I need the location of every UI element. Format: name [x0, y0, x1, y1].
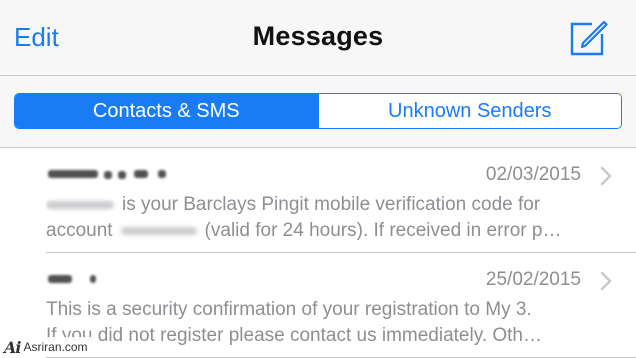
watermark: Ai Asriran.com [4, 337, 92, 357]
navigation-bar: Edit Messages [0, 0, 636, 76]
message-preview: is your Barclays Pingit mobile verificat… [46, 192, 612, 244]
message-row[interactable]: 02/03/2015 is your Barclays Pingit mobil… [0, 148, 636, 253]
message-preview: This is a security confirmation of your … [46, 297, 612, 349]
preview-text-line2-end: (valid for 24 hours). If received in err… [204, 220, 562, 241]
message-date: 02/03/2015 [485, 164, 581, 185]
message-list: 02/03/2015 is your Barclays Pingit mobil… [0, 148, 636, 358]
compose-icon [570, 20, 608, 56]
chevron-right-icon [600, 271, 612, 291]
message-date: 25/02/2015 [485, 269, 581, 290]
redacted-account [120, 226, 197, 235]
compose-button[interactable] [566, 16, 610, 60]
redacted-code [46, 200, 114, 209]
site-logo: Ai [4, 337, 21, 357]
segment-contacts-sms[interactable]: Contacts & SMS [15, 94, 318, 128]
preview-text-line2: If you did not register please contact u… [46, 325, 542, 346]
site-name: Asriran.com [23, 340, 88, 354]
page-title: Messages [252, 21, 384, 51]
segmented-control: Contacts & SMS Unknown Senders [14, 93, 622, 129]
preview-text-line1: is your Barclays Pingit mobile verificat… [122, 194, 541, 215]
segment-bar: Contacts & SMS Unknown Senders [0, 76, 636, 148]
message-row[interactable]: 25/02/2015 This is a security confirmati… [0, 253, 636, 358]
preview-text-line2-start: account [46, 220, 113, 241]
segment-unknown-senders[interactable]: Unknown Senders [317, 94, 621, 128]
chevron-right-icon [600, 166, 612, 186]
preview-text-line1: This is a security confirmation of your … [46, 299, 532, 320]
